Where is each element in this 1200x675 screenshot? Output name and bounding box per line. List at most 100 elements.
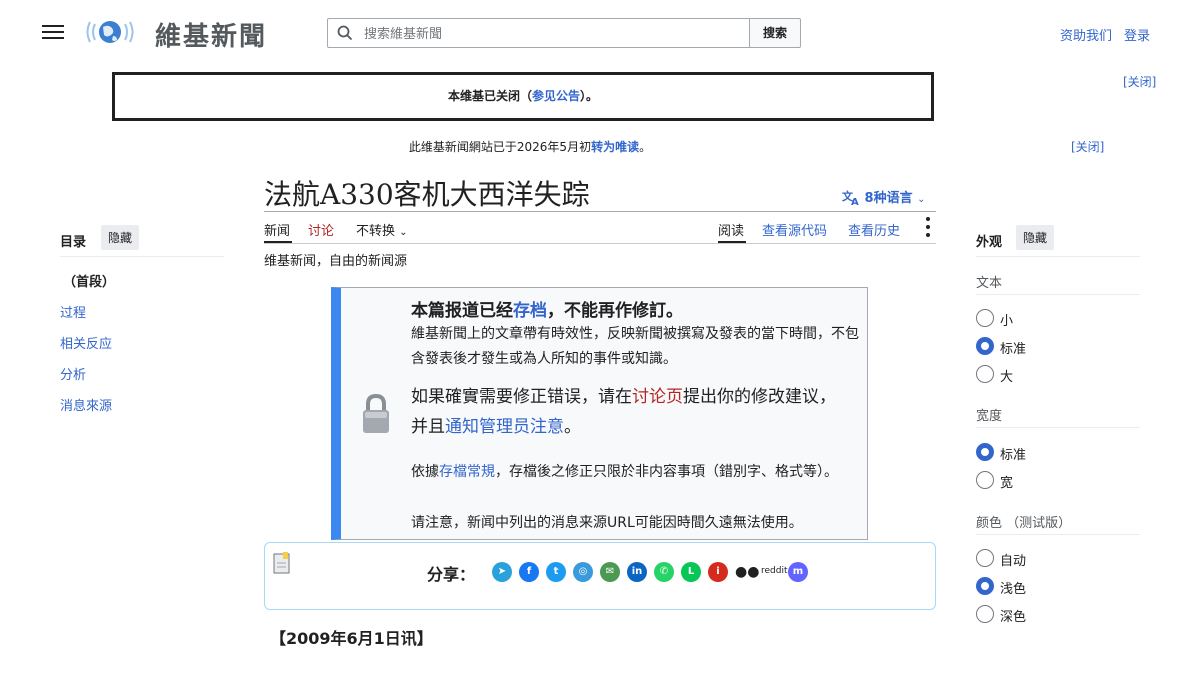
telegram-icon[interactable]: ➤: [492, 562, 512, 582]
site-tagline: 维基新闻，自由的新闻源: [264, 254, 408, 269]
archived-p3-a: 依據: [411, 464, 439, 480]
search-icon: [337, 25, 353, 41]
archived-paragraph-4: 请注意，新闻中列出的消息来源URL可能因時間久遠無法使用。: [411, 515, 803, 531]
wechat-icon[interactable]: ●●: [735, 562, 759, 582]
text-size-large-label: 大: [1000, 370, 1014, 385]
close-notice-button[interactable]: [关闭]: [1123, 73, 1156, 90]
hamburger-icon-bar: [42, 37, 64, 39]
archived-heading-suffix: ，不能再作修訂。: [547, 301, 683, 321]
archived-paragraph-2: 如果確實需要修正错误，请在讨论页提出你的修改建议，并且通知管理员注意。: [411, 382, 851, 442]
toc-item-process[interactable]: 过程: [60, 302, 86, 321]
color-dark-label: 深色: [1000, 610, 1027, 625]
text-size-small-radio[interactable]: [976, 309, 994, 327]
width-wide-label: 宽: [1000, 476, 1014, 491]
text-size-standard-radio[interactable]: [976, 337, 994, 355]
color-light-radio[interactable]: [976, 577, 994, 595]
text-size-label: 文本: [976, 276, 1003, 291]
search-box: [327, 18, 749, 48]
archived-heading: 本篇报道已经存档，不能再作修訂。: [411, 296, 683, 321]
readonly-prefix: 此维基新闻網站已于2026年5月初: [408, 140, 592, 154]
color-auto-radio[interactable]: [976, 549, 994, 567]
toc-hide-button[interactable]: 隐藏: [101, 225, 140, 250]
notify-admin-link[interactable]: 通知管理员注意: [445, 417, 564, 437]
readonly-suffix: 。: [639, 140, 652, 154]
archive-policy-link[interactable]: 存檔常規: [439, 464, 495, 480]
archived-p2-a: 如果確實需要修正错误，请在: [411, 387, 632, 407]
login-link[interactable]: 登录: [1124, 25, 1150, 44]
close-readonly-notice-button[interactable]: [关闭]: [1071, 138, 1104, 155]
donate-link[interactable]: 资助我们: [1060, 25, 1112, 44]
hamburger-icon: [42, 25, 64, 27]
archived-p3-b: ，存檔後之修正只限於非内容事項（錯別字、格式等）。: [495, 464, 838, 480]
readonly-link[interactable]: 转为唯读: [591, 140, 639, 154]
toc-item-lead[interactable]: （首段）: [63, 271, 115, 290]
variant-dropdown[interactable]: 不转换 ⌄: [356, 220, 408, 239]
text-size-divider: [976, 294, 1140, 295]
color-divider: [976, 534, 1140, 535]
color-auto-label: 自动: [1000, 554, 1027, 569]
bookmark-icon: [273, 552, 290, 574]
color-dark-radio[interactable]: [976, 605, 994, 623]
archived-p2-c: 。: [564, 417, 581, 437]
twitter-icon[interactable]: t: [546, 562, 566, 582]
notice-suffix: ）。: [580, 89, 599, 103]
color-label: 颜色 （测试版）: [976, 516, 1072, 531]
hamburger-icon-bar: [42, 31, 64, 33]
archived-paragraph-1: 維基新聞上的文章帶有時效性，反映新聞被撰寫及發表的當下時間，不包含發表後才發生或…: [411, 326, 859, 367]
email-icon[interactable]: ✉: [600, 562, 620, 582]
search-button[interactable]: 搜索: [749, 18, 801, 48]
width-wide-radio[interactable]: [976, 471, 994, 489]
tab-view-source[interactable]: 查看源代码: [762, 220, 827, 239]
archived-heading-prefix: 本篇报道已经: [411, 301, 513, 321]
text-size-large-radio[interactable]: [976, 365, 994, 383]
linkedin-icon[interactable]: in: [627, 562, 647, 582]
appearance-divider: [976, 256, 1140, 257]
wikinews-logo-icon[interactable]: [84, 14, 136, 50]
width-standard-radio[interactable]: [976, 443, 994, 461]
wikinews-wordmark[interactable]: 維基新聞: [155, 16, 267, 53]
svg-text:A: A: [851, 197, 859, 205]
search-input[interactable]: [362, 21, 746, 47]
lock-icon: [363, 393, 389, 433]
archive-link[interactable]: 存档: [513, 301, 547, 321]
tab-news[interactable]: 新闻: [264, 220, 290, 239]
more-actions-icon[interactable]: [924, 217, 932, 241]
reddit-icon[interactable]: reddit: [761, 566, 788, 576]
appearance-hide-button[interactable]: 隐藏: [1016, 225, 1055, 250]
archived-paragraph-3: 依據存檔常規，存檔後之修正只限於非内容事項（錯別字、格式等）。: [411, 460, 861, 485]
toc-item-sources[interactable]: 消息來源: [60, 395, 112, 414]
title-divider: [264, 211, 936, 212]
plurk-icon[interactable]: ◎: [573, 562, 593, 582]
width-divider: [976, 427, 1140, 428]
main-menu-button[interactable]: [42, 22, 64, 42]
mastodon-icon[interactable]: m: [788, 562, 808, 582]
tab-talk[interactable]: 讨论: [308, 220, 334, 239]
readonly-notice: 此维基新闻網站已于2026年5月初转为唯读。: [0, 138, 1060, 155]
toc-item-analysis[interactable]: 分析: [60, 364, 86, 383]
text-size-standard-label: 标准: [1000, 342, 1027, 357]
weibo-icon[interactable]: i: [708, 562, 728, 582]
whatsapp-icon[interactable]: ✆: [654, 562, 674, 582]
talk-page-link[interactable]: 讨论页: [632, 387, 683, 407]
tab-read[interactable]: 阅读: [718, 220, 744, 239]
chevron-down-icon: ⌄: [917, 194, 926, 205]
line-icon[interactable]: L: [681, 562, 701, 582]
translate-icon: 文 A: [842, 189, 859, 208]
language-button[interactable]: 文 A 8种语言 ⌄: [842, 187, 926, 208]
chevron-down-icon: ⌄: [399, 227, 408, 238]
share-label: 分享：: [427, 565, 476, 584]
variant-label: 不转换: [356, 224, 396, 239]
toc-item-reactions[interactable]: 相关反应: [60, 333, 112, 352]
announcement-link[interactable]: 参见公告: [532, 89, 580, 103]
article-dateline: 【2009年6月1日讯】: [270, 629, 433, 648]
width-label: 宽度: [976, 409, 1003, 424]
text-size-small-label: 小: [1000, 314, 1014, 329]
appearance-title: 外观: [976, 235, 1003, 250]
facebook-icon[interactable]: f: [519, 562, 539, 582]
color-light-label: 浅色: [1000, 582, 1027, 597]
page-title: 法航A330客机大西洋失踪: [264, 178, 590, 211]
language-count: 8种语言: [864, 191, 913, 206]
tab-history[interactable]: 查看历史: [848, 220, 900, 239]
notice-prefix: 本维基已关闭（: [447, 89, 532, 103]
site-closed-notice: 本维基已关闭（参见公告）。: [112, 72, 934, 121]
